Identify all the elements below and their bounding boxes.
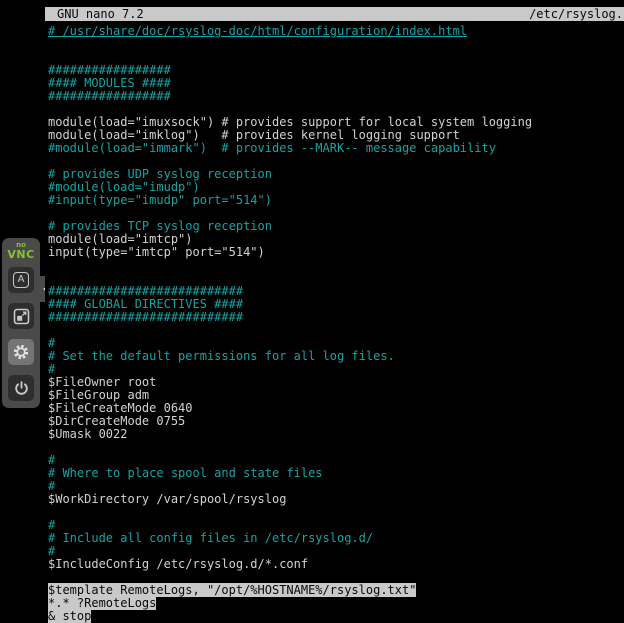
editor-line[interactable]: #input(type="imudp" port="514") xyxy=(45,194,624,207)
editor-line[interactable] xyxy=(45,506,624,519)
terminal[interactable]: GNU nano 7.2 /etc/rsyslog. # /usr/share/… xyxy=(45,0,624,622)
line-text: ########################### xyxy=(48,310,243,324)
editor-content[interactable]: # /usr/share/doc/rsyslog-doc/html/config… xyxy=(45,21,624,623)
novnc-logo-vnc: VNC xyxy=(7,249,34,260)
line-text: #### GLOBAL DIRECTIVES #### xyxy=(48,297,243,311)
line-text: ########################### xyxy=(48,284,243,298)
line-text: #module(load="immark") # provides --MARK… xyxy=(48,141,496,155)
editor-line[interactable] xyxy=(45,259,624,272)
gear-icon xyxy=(12,343,30,361)
nano-filename: /etc/rsyslog. xyxy=(529,7,623,21)
novnc-logo: no VNC xyxy=(7,242,34,260)
selected-text: *.* ?RemoteLogs xyxy=(48,596,156,610)
line-text: $WorkDirectory /var/spool/rsyslog xyxy=(48,492,286,506)
line-text: module(load="imtcp") xyxy=(48,232,193,246)
line-text: ################# xyxy=(48,63,171,77)
editor-line[interactable]: $Umask 0022 xyxy=(45,428,624,441)
line-text: $FileGroup adm xyxy=(48,388,149,402)
line-text: #### MODULES #### xyxy=(48,76,171,90)
line-text: $DirCreateMode 0755 xyxy=(48,414,185,428)
editor-line[interactable]: $WorkDirectory /var/spool/rsyslog xyxy=(45,493,624,506)
editor-line[interactable]: # /usr/share/doc/rsyslog-doc/html/config… xyxy=(45,25,624,38)
editor-line[interactable]: # Include all config files in /etc/rsysl… xyxy=(45,532,624,545)
power-icon xyxy=(13,380,30,397)
line-text: # provides UDP syslog reception xyxy=(48,167,272,181)
novnc-control-bar: no VNC A xyxy=(2,238,40,408)
editor-line[interactable]: # Where to place spool and state files xyxy=(45,467,624,480)
line-text: # xyxy=(48,479,55,493)
line-text: # xyxy=(48,518,55,532)
line-text: # xyxy=(48,453,55,467)
line-text: module(load="imuxsock") # provides suppo… xyxy=(48,115,532,129)
power-button[interactable] xyxy=(8,375,34,401)
editor-line[interactable]: $IncludeConfig /etc/rsyslog.d/*.conf xyxy=(45,558,624,571)
fullscreen-button[interactable] xyxy=(8,303,34,329)
line-text: #input(type="imudp" port="514") xyxy=(48,193,272,207)
line-text: # xyxy=(48,336,55,350)
settings-button[interactable] xyxy=(8,339,34,365)
editor-line[interactable]: *.* ?RemoteLogs xyxy=(45,597,624,610)
nano-version: GNU nano 7.2 xyxy=(57,7,144,21)
line-text: # provides TCP syslog reception xyxy=(48,219,272,233)
line-text: $FileOwner root xyxy=(48,375,156,389)
editor-line[interactable]: & stop xyxy=(45,610,624,623)
selected-text: & stop xyxy=(48,609,91,623)
line-text: $Umask 0022 xyxy=(48,427,127,441)
line-text: # Include all config files in /etc/rsysl… xyxy=(48,531,373,545)
line-text: ################# xyxy=(48,89,171,103)
editor-line[interactable]: $DirCreateMode 0755 xyxy=(45,415,624,428)
novnc-buttons: A xyxy=(8,267,34,401)
line-text: #module(load="imudp") xyxy=(48,180,200,194)
nano-titlebar: GNU nano 7.2 /etc/rsyslog. xyxy=(45,7,624,21)
editor-line[interactable]: input(type="imtcp" port="514") xyxy=(45,246,624,259)
line-text: $FileCreateMode 0640 xyxy=(48,401,193,415)
editor-line[interactable]: #module(load="immark") # provides --MARK… xyxy=(45,142,624,155)
line-text: input(type="imtcp" port="514") xyxy=(48,245,265,259)
editor-line[interactable]: ########################### xyxy=(45,311,624,324)
line-text: # Set the default permissions for all lo… xyxy=(48,349,395,363)
line-text: # xyxy=(48,544,55,558)
editor-line[interactable] xyxy=(45,324,624,337)
editor-line[interactable] xyxy=(45,38,624,51)
line-text: module(load="imklog") # provides kernel … xyxy=(48,128,460,142)
editor-line[interactable]: ################# xyxy=(45,90,624,103)
line-text: # /usr/share/doc/rsyslog-doc/html/config… xyxy=(48,24,467,38)
editor-line[interactable] xyxy=(45,441,624,454)
line-text: # xyxy=(48,362,55,376)
fullscreen-icon xyxy=(13,308,30,325)
keyboard-button[interactable]: A xyxy=(8,267,34,293)
line-text: $IncludeConfig /etc/rsyslog.d/*.conf xyxy=(48,557,308,571)
selected-text: $template RemoteLogs, "/opt/%HOSTNAME%/r… xyxy=(48,583,416,597)
a-key-icon: A xyxy=(13,272,29,288)
line-text: # Where to place spool and state files xyxy=(48,466,323,480)
editor-line[interactable]: # Set the default permissions for all lo… xyxy=(45,350,624,363)
